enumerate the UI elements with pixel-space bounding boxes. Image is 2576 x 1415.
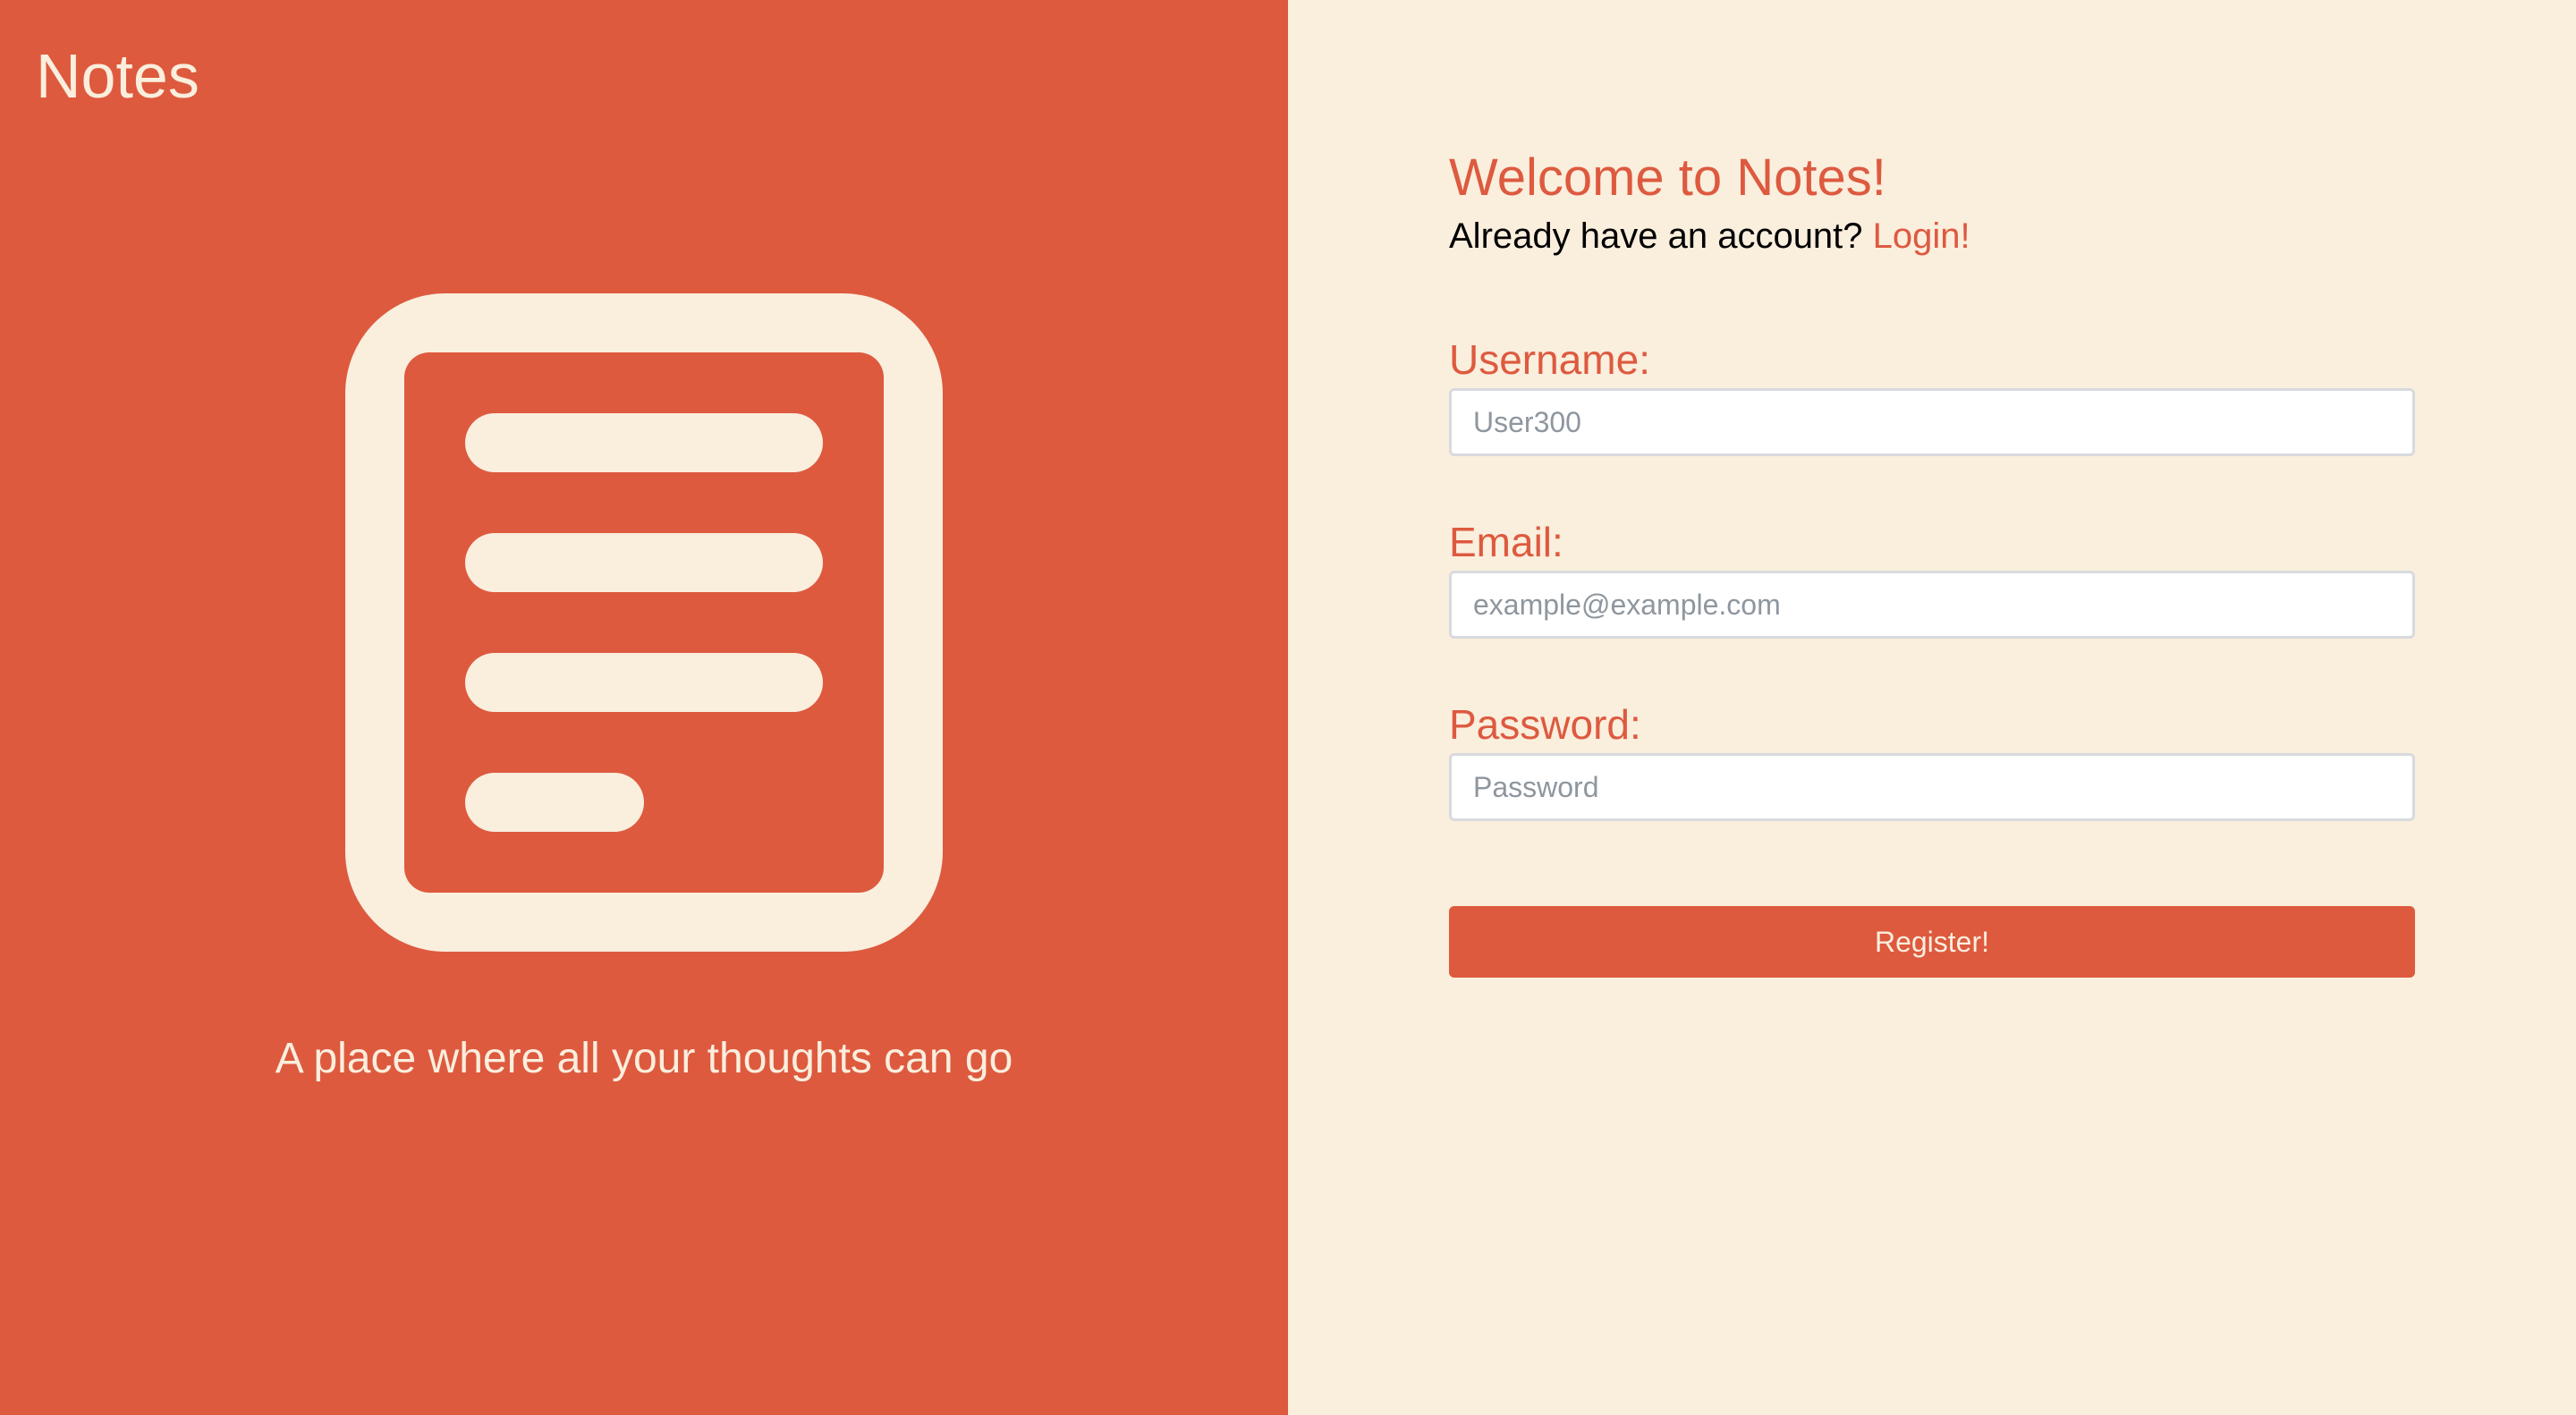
- email-label: Email:: [1449, 519, 1563, 565]
- login-link[interactable]: Login!: [1873, 216, 1970, 256]
- username-input[interactable]: [1449, 388, 2415, 456]
- document-line-4: [465, 773, 644, 832]
- register-page: Notes A place where all your thoughts ca…: [0, 0, 2576, 1415]
- brand-title: Notes: [36, 41, 199, 111]
- register-button[interactable]: Register!: [1449, 906, 2415, 978]
- document-line-2: [465, 533, 823, 592]
- account-prompt-text: Already have an account?: [1449, 216, 1863, 256]
- brand-panel: Notes A place where all your thoughts ca…: [0, 0, 1288, 1415]
- document-line-3: [465, 653, 823, 712]
- welcome-heading: Welcome to Notes!: [1449, 148, 1886, 207]
- username-label: Username:: [1449, 336, 1650, 383]
- password-label: Password:: [1449, 701, 1641, 748]
- password-input[interactable]: [1449, 753, 2415, 821]
- login-prompt: Already have an account? Login!: [1449, 211, 1970, 261]
- register-panel: Welcome to Notes! Already have an accoun…: [1288, 0, 2576, 1415]
- notes-document-icon: [345, 293, 943, 952]
- document-line-1: [465, 413, 823, 472]
- email-input[interactable]: [1449, 571, 2415, 639]
- tagline: A place where all your thoughts can go: [275, 1035, 1013, 1082]
